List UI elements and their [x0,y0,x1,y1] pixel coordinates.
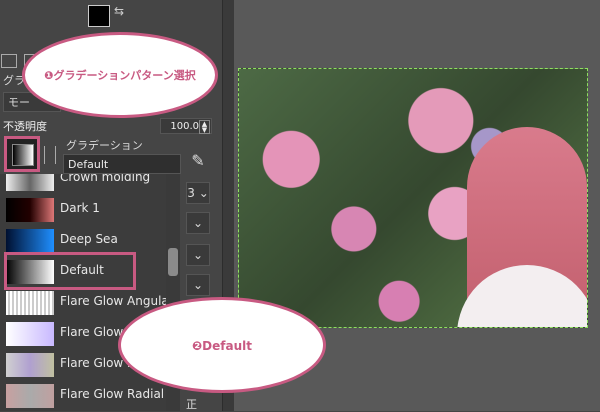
side-dropdown[interactable]: 3 ⌄ [186,182,210,204]
gradient-name: Deep Sea [60,232,118,246]
gradient-name-field[interactable]: Default [63,154,181,174]
gradient-preview-swatch [12,144,34,166]
side-dropdown-label: 3 [187,186,195,200]
gradient-list-item[interactable]: Dark 1 [0,195,166,225]
gradient-name: Dark 1 [60,201,100,215]
swap-colors-icon[interactable]: ⇆ [114,4,124,18]
default-highlight-box [4,252,136,290]
callout-text-1: ❶グラデーションパターン選択 [44,69,196,82]
canvas-image[interactable] [238,68,588,328]
side-dropdown[interactable]: ⌄ [186,212,210,234]
side-label: 正 [186,398,197,411]
gradient-swatch [6,384,54,408]
gradient-label: グラデーション [66,139,143,152]
gradient-swatch [6,291,54,315]
gradient-reverse-icon[interactable] [44,146,56,164]
opacity-label: 不透明度 [3,120,47,133]
gradient-swatch [6,229,54,253]
callout-text-2: ❷Default [192,339,252,353]
opacity-value: 100.0 [170,121,199,132]
gradient-name: Flare Glow [60,325,124,339]
opacity-field[interactable]: 100.0 ▲ ▼ [160,118,212,134]
edit-gradient-icon[interactable]: ✎ [186,150,210,172]
gradient-name: Flare Glow Angular [60,294,174,308]
gradient-swatch [6,353,54,377]
gradient-swatch [6,198,54,222]
gradient-preview-button[interactable] [4,136,40,172]
gradient-list-item[interactable]: Crown molding [0,174,166,194]
side-dropdown[interactable]: ⌄ [186,274,210,296]
side-dropdown[interactable]: ⌄ [186,244,210,266]
callout-bubble-1: ❶グラデーションパターン選択 [22,32,218,118]
spinner-icon[interactable]: ▲ ▼ [199,120,210,134]
scrollbar-thumb[interactable] [168,248,178,276]
gradient-swatch [6,174,54,191]
foreground-color-swatch[interactable] [88,5,110,27]
gradient-name: Flare Glow Radial [60,387,165,401]
dock-tab-icon[interactable] [1,54,17,68]
gradient-list-item[interactable]: Flare Glow Radial [0,381,166,411]
callout-bubble-2: ❷Default [118,297,326,393]
gradient-name: Crown molding [60,174,151,184]
gradient-swatch [6,322,54,346]
